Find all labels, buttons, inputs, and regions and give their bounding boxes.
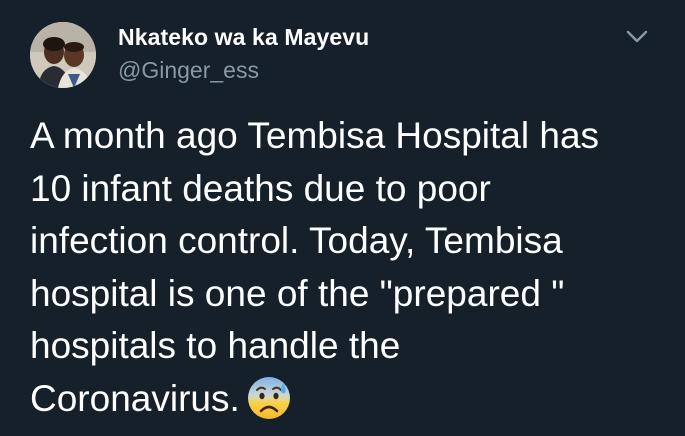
author-handle[interactable]: @Ginger_ess [118,57,259,84]
tweet-body: A month ago Tembisa Hospital has 10 infa… [30,115,600,419]
avatar-photo [30,22,96,88]
author-display-name[interactable]: Nkateko wa ka Mayevu [118,24,369,51]
tweet-card[interactable]: Nkateko wa ka Mayevu @Ginger_ess A month… [0,0,685,436]
chevron-down-icon[interactable] [622,26,652,48]
anxious-face-with-sweat-icon [246,375,292,436]
avatar[interactable] [30,22,96,88]
tweet-text: A month ago Tembisa Hospital has 10 infa… [30,110,670,435]
